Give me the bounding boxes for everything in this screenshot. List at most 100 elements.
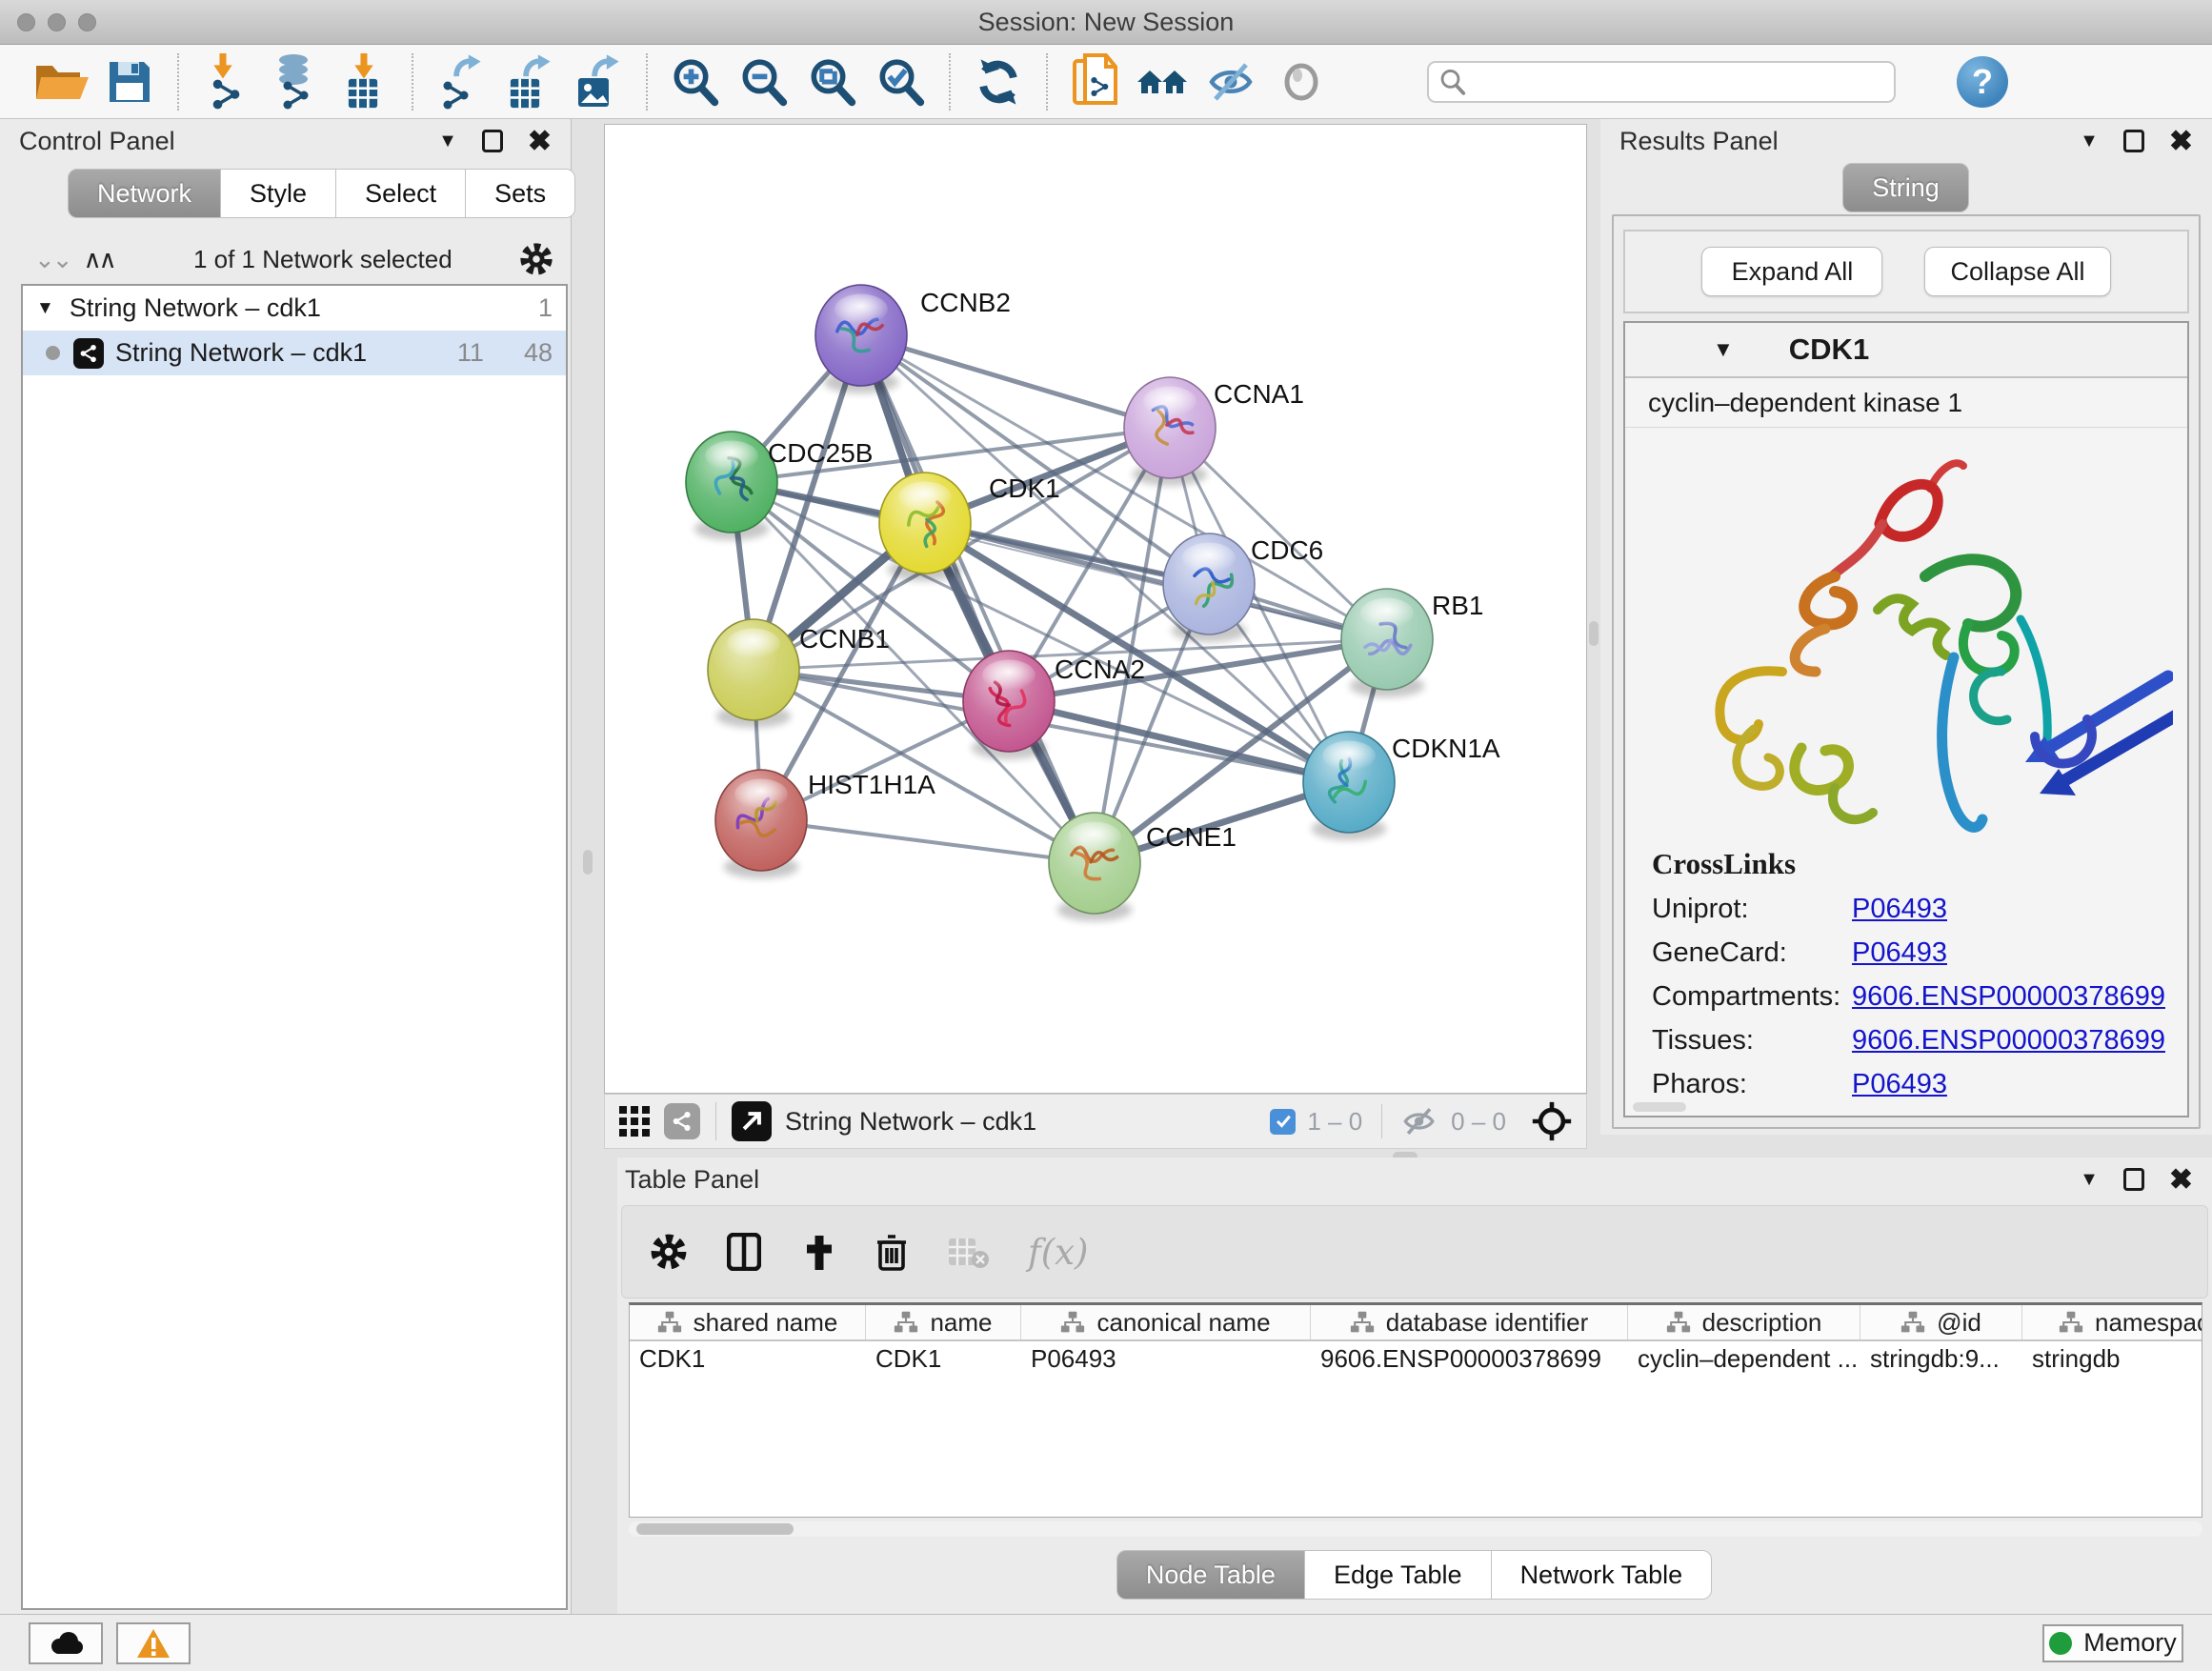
network-edge-CCNA2-CDKN1A[interactable] [1009, 701, 1349, 782]
panel-close-icon[interactable]: ✖ [2169, 125, 2193, 158]
share-document-button[interactable] [1061, 51, 1130, 112]
panel-menu-icon[interactable]: ▼ [2080, 1169, 2099, 1191]
birds-eye-view-icon[interactable] [732, 1101, 772, 1141]
column-header[interactable]: shared name [694, 1308, 838, 1338]
network-node-CDKN1A[interactable]: CDKN1A [1303, 732, 1500, 840]
network-graph[interactable]: CCNB2CCNA1CDC25BCDK1CDC6RB1CCNB1CCNA2CDK… [605, 125, 1586, 1093]
column-header[interactable]: canonical name [1096, 1308, 1270, 1338]
homes-button[interactable] [1130, 51, 1198, 112]
network-options-gear-icon[interactable] [518, 241, 554, 277]
panel-float-icon[interactable] [2123, 1168, 2144, 1191]
cell-id[interactable]: stringdb:9... [1860, 1344, 2022, 1374]
protein-structure-image [1639, 433, 2173, 834]
export-network-button[interactable] [427, 51, 495, 112]
table-options-gear-icon[interactable] [649, 1232, 689, 1272]
cloud-status-button[interactable] [29, 1622, 103, 1664]
zoom-selected-button[interactable] [867, 51, 935, 112]
network-edge-CCNE1-HIST1H1A[interactable] [761, 820, 1095, 863]
network-node-CCNB1[interactable]: CCNB1 [708, 619, 890, 728]
save-session-button[interactable] [95, 51, 164, 112]
network-row[interactable]: String Network – cdk1 11 48 [23, 331, 566, 375]
column-header[interactable]: @id [1937, 1308, 1981, 1338]
import-network-database-button[interactable] [261, 51, 330, 112]
node-table[interactable]: shared name name canonical name database… [629, 1302, 2202, 1518]
network-node-CDC25B[interactable]: CDC25B [686, 432, 873, 540]
fit-content-crosshair-icon[interactable] [1531, 1100, 1573, 1142]
expand-all-button[interactable]: Expand All [1701, 247, 1882, 296]
collapse-all-icon[interactable]: ⌄⌄ [34, 245, 70, 274]
column-header[interactable]: namespace [2095, 1308, 2202, 1338]
column-header[interactable]: description [1702, 1308, 1822, 1338]
memory-button[interactable]: Memory [2042, 1624, 2183, 1662]
search-input[interactable] [1467, 67, 1867, 96]
cell-name[interactable]: CDK1 [866, 1344, 1021, 1374]
tab-select[interactable]: Select [335, 169, 466, 218]
cell-canonical-name[interactable]: P06493 [1021, 1344, 1311, 1374]
uniprot-link[interactable]: P06493 [1852, 894, 1947, 924]
delete-table-icon [948, 1235, 990, 1269]
tab-network-table[interactable]: Network Table [1491, 1550, 1713, 1600]
panel-close-icon[interactable]: ✖ [528, 125, 552, 158]
right-splitter-handle[interactable] [1589, 621, 1599, 646]
open-session-button[interactable] [27, 51, 95, 112]
tab-style[interactable]: Style [220, 169, 336, 218]
panel-float-icon[interactable] [2123, 130, 2144, 152]
cell-description[interactable]: cyclin–dependent ... [1628, 1344, 1860, 1374]
tab-sets[interactable]: Sets [465, 169, 575, 218]
compartments-link[interactable]: 9606.ENSP00000378699 [1852, 981, 2165, 1012]
show-panels-button[interactable] [1267, 51, 1336, 112]
genecard-link[interactable]: P06493 [1852, 937, 1947, 968]
hide-panels-button[interactable] [1198, 51, 1267, 112]
import-table-button[interactable] [330, 51, 398, 112]
scrollbar-thumb[interactable] [636, 1523, 794, 1535]
table-row[interactable]: CDK1 CDK1 P06493 9606.ENSP00000378699 cy… [630, 1341, 2202, 1376]
left-splitter-handle[interactable] [583, 850, 593, 875]
zoom-in-button[interactable] [661, 51, 730, 112]
tab-string[interactable]: String [1842, 163, 1969, 212]
zoom-fit-button[interactable] [798, 51, 867, 112]
cell-database-identifier[interactable]: 9606.ENSP00000378699 [1311, 1344, 1628, 1374]
help-button[interactable]: ? [1957, 56, 2008, 108]
zoom-out-button[interactable] [730, 51, 798, 112]
network-node-CCNB2[interactable]: CCNB2 [815, 285, 1011, 393]
warning-status-button[interactable] [116, 1622, 191, 1664]
network-node-RB1[interactable]: RB1 [1341, 589, 1483, 697]
column-header[interactable]: database identifier [1386, 1308, 1588, 1338]
tab-network[interactable]: Network [68, 169, 221, 218]
table-horizontal-scrollbar[interactable] [629, 1521, 2202, 1537]
import-network-file-button[interactable] [192, 51, 261, 112]
show-columns-icon[interactable] [727, 1231, 765, 1273]
expand-all-icon[interactable]: ∧∧ [84, 245, 114, 274]
entry-disclosure-icon[interactable]: ▼ [1713, 337, 1734, 362]
selected-checkbox-icon[interactable] [1270, 1109, 1296, 1135]
network-edge-CCNB2-CCNA1[interactable] [861, 335, 1170, 428]
network-node-CCNA2[interactable]: CCNA2 [963, 651, 1145, 759]
network-badge-icon[interactable] [664, 1103, 700, 1139]
collection-disclosure-icon[interactable]: ▼ [36, 298, 54, 319]
pharos-link[interactable]: P06493 [1852, 1069, 1947, 1099]
tab-node-table[interactable]: Node Table [1116, 1550, 1305, 1600]
network-view[interactable]: CCNB2CCNA1CDC25BCDK1CDC6RB1CCNB1CCNA2CDK… [604, 124, 1587, 1094]
panel-menu-icon[interactable]: ▼ [438, 131, 457, 152]
column-header[interactable]: name [930, 1308, 992, 1338]
export-image-button[interactable] [564, 51, 633, 112]
grid-view-icon[interactable] [618, 1105, 651, 1137]
hidden-eye-slash-icon [1401, 1107, 1439, 1136]
refresh-button[interactable] [964, 51, 1033, 112]
delete-column-icon[interactable] [875, 1232, 910, 1272]
panel-menu-icon[interactable]: ▼ [2080, 131, 2099, 152]
network-collection-row[interactable]: ▼ String Network – cdk1 1 [23, 286, 566, 331]
network-node-CDK1[interactable]: CDK1 [879, 473, 1060, 581]
network-node-HIST1H1A[interactable]: HIST1H1A [715, 770, 935, 878]
cell-shared-name[interactable]: CDK1 [630, 1344, 866, 1374]
card-scrollbar-thumb[interactable] [1633, 1102, 1686, 1112]
add-column-icon[interactable] [803, 1232, 837, 1272]
tissues-link[interactable]: 9606.ENSP00000378699 [1852, 1025, 2165, 1056]
panel-float-icon[interactable] [482, 130, 503, 152]
cell-namespace[interactable]: stringdb [2022, 1344, 2202, 1374]
export-table-button[interactable] [495, 51, 564, 112]
panel-close-icon[interactable]: ✖ [2169, 1163, 2193, 1197]
tab-edge-table[interactable]: Edge Table [1304, 1550, 1492, 1600]
collapse-all-button[interactable]: Collapse All [1924, 247, 2110, 296]
node-result-header[interactable]: ▼ CDK1 [1625, 323, 2187, 378]
